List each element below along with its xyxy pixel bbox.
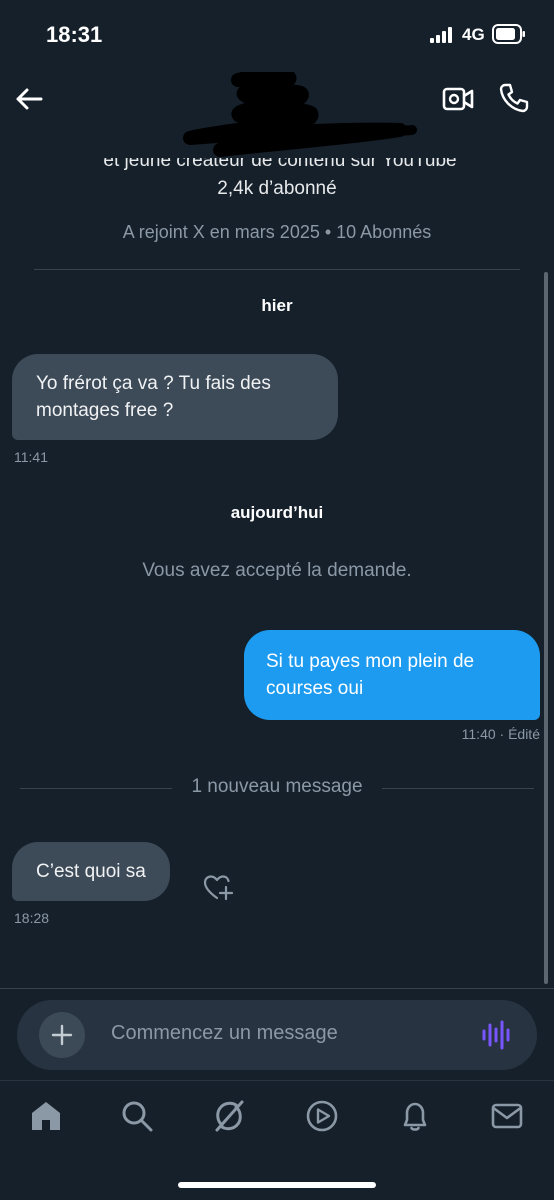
message-composer[interactable]: Commencez un message [17,1000,537,1070]
add-attachment-button[interactable] [39,1012,85,1058]
bell-icon[interactable] [398,1099,432,1133]
day-label-today: aujourd’hui [230,503,324,522]
video-call-icon[interactable] [442,84,474,114]
scrollbar[interactable] [544,272,548,984]
home-indicator[interactable] [178,1182,376,1188]
redacted-name-scribble [183,72,417,157]
voice-message-icon[interactable] [481,1018,513,1052]
message-timestamp: 11:41 [14,449,48,465]
incoming-message[interactable]: Yo frérot ça va ? Tu fais des montages f… [12,354,338,440]
outgoing-message[interactable]: Si tu payes mon plein de courses oui [244,630,540,720]
composer-divider [0,988,554,989]
network-label: 4G [462,25,485,44]
profile-bio-clipped: et jeune créateur de contenu sur YouTube [60,158,500,176]
status-bar: 18:31 4G [0,0,554,72]
message-timestamp-edited: 11:40 · Édité [461,726,540,742]
video-play-icon[interactable] [305,1099,339,1133]
conversation-header [0,72,554,157]
clock: 18:31 [46,22,103,47]
incoming-message[interactable]: C’est quoi sa [12,842,170,901]
system-message: Vous avez accepté la demande. [142,560,412,581]
battery-icon [492,24,525,44]
profile-bio-line: et jeune créateur de contenu sur YouTube [103,158,457,171]
plus-icon [51,1024,73,1046]
grok-icon[interactable] [212,1099,246,1133]
search-icon[interactable] [120,1099,154,1133]
new-messages-label: 1 nouveau message [191,776,363,797]
profile-joined-info: A rejoint X en mars 2025 • 10 Abonnés [122,222,432,242]
home-icon[interactable] [29,1099,63,1133]
new-messages-separator: 1 nouveau message [20,776,534,800]
divider [34,269,520,270]
day-label-yesterday: hier [261,296,293,315]
add-reaction-heart-icon[interactable] [202,872,234,902]
phone-call-icon[interactable] [498,82,530,114]
profile-subscribers: 2,4k d’abonné [217,178,337,199]
back-arrow-icon[interactable] [14,84,44,114]
message-timestamp: 18:28 [14,910,50,926]
signal-icon [430,27,452,43]
messages-icon[interactable] [490,1099,524,1133]
message-input[interactable]: Commencez un message [111,1022,338,1045]
